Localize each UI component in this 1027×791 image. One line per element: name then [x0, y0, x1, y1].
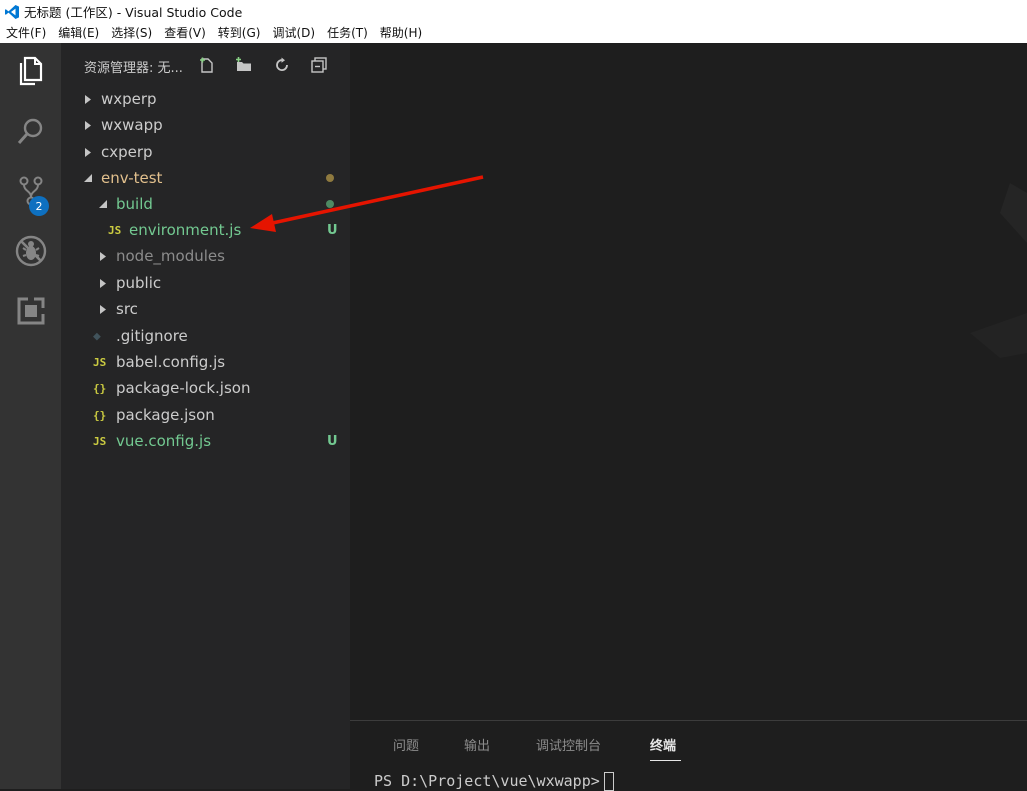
explorer-header: 资源管理器: 无... — [61, 43, 350, 87]
title-bar: 无标题 (工作区) - Visual Studio Code — [0, 0, 1027, 23]
js-file-icon: JS — [93, 355, 107, 369]
new-file-icon — [200, 57, 213, 73]
tree-folder-build[interactable]: build — [61, 191, 350, 217]
js-file-icon: JS — [93, 434, 107, 448]
new-folder-button[interactable] — [234, 55, 254, 75]
explorer-title: 资源管理器: 无... — [84, 61, 183, 76]
terminal-prompt: PS D:\Project\vue\wxwapp> — [374, 772, 600, 790]
explorer-sidebar: 资源管理器: 无... wxperp wxwapp cxperp env-tes… — [61, 43, 350, 789]
tree-label: public — [116, 274, 162, 292]
tab-debug-console[interactable]: 调试控制台 — [536, 735, 601, 754]
tree-file-package-json[interactable]: {} package.json — [61, 402, 350, 428]
menu-file[interactable]: 文件(F) — [0, 23, 52, 43]
tree-label: cxperp — [101, 143, 153, 161]
tree-file-vue-config-js[interactable]: JS vue.config.js U — [61, 428, 350, 454]
debug-icon — [14, 234, 48, 273]
tab-terminal[interactable]: 终端 — [650, 735, 676, 754]
collapse-all-button[interactable] — [309, 55, 329, 75]
menu-selection[interactable]: 选择(S) — [105, 23, 158, 43]
source-control-activity[interactable] — [0, 163, 61, 223]
tree-label: .gitignore — [116, 327, 188, 345]
terminal-output[interactable]: PS D:\Project\vue\wxwapp> — [374, 772, 614, 791]
menu-help[interactable]: 帮助(H) — [374, 23, 428, 43]
debug-activity[interactable] — [0, 223, 61, 283]
tree-label: environment.js — [129, 221, 242, 239]
menu-go[interactable]: 转到(G) — [212, 23, 267, 43]
tree-folder-wxperp[interactable]: wxperp — [61, 86, 350, 112]
tab-problems[interactable]: 问题 — [393, 735, 419, 754]
tree-file-package-lock-json[interactable]: {} package-lock.json — [61, 375, 350, 401]
search-icon — [16, 116, 46, 151]
search-activity[interactable] — [0, 103, 61, 163]
tab-output[interactable]: 输出 — [464, 735, 490, 754]
window-title: 无标题 (工作区) - Visual Studio Code — [24, 5, 243, 20]
collapse-all-icon — [311, 57, 327, 73]
tree-label: wxperp — [101, 90, 157, 108]
tree-label: env-test — [101, 169, 163, 187]
new-folder-icon — [236, 57, 251, 71]
chevron-down-icon — [98, 199, 108, 209]
extensions-icon — [16, 296, 46, 331]
refresh-icon — [276, 57, 288, 71]
tree-folder-cxperp[interactable]: cxperp — [61, 139, 350, 165]
untracked-dot-icon — [326, 200, 334, 208]
menu-edit[interactable]: 编辑(E) — [52, 23, 105, 43]
tree-folder-env-test[interactable]: env-test — [61, 165, 350, 191]
menu-debug[interactable]: 调试(D) — [266, 23, 321, 43]
tree-file-babel-config-js[interactable]: JS babel.config.js — [61, 349, 350, 375]
tree-label: wxwapp — [101, 116, 163, 134]
refresh-button[interactable] — [272, 55, 292, 75]
tree-label: package.json — [116, 406, 215, 424]
tree-label: src — [116, 300, 138, 318]
tree-file-gitignore[interactable]: ◆ .gitignore — [61, 323, 350, 349]
tree-folder-wxwapp[interactable]: wxwapp — [61, 112, 350, 138]
tree-label: node_modules — [116, 247, 225, 265]
git-file-icon: ◆ — [93, 328, 101, 344]
scm-count-badge: 2 — [29, 196, 49, 216]
extensions-activity[interactable] — [0, 283, 61, 343]
tree-folder-node-modules[interactable]: node_modules — [61, 243, 350, 269]
chevron-down-icon — [83, 173, 93, 183]
vscode-watermark-icon — [970, 183, 1027, 358]
untracked-decoration: U — [327, 433, 338, 449]
json-file-icon: {} — [93, 381, 107, 395]
active-tab-indicator — [650, 760, 681, 761]
terminal-cursor — [603, 772, 614, 791]
menu-view[interactable]: 查看(V) — [158, 23, 212, 43]
editor-area[interactable] — [350, 43, 1027, 720]
modified-dot-icon — [326, 174, 334, 182]
menu-bar: 文件(F) 编辑(E) 选择(S) 查看(V) 转到(G) 调试(D) 任务(T… — [0, 23, 1027, 43]
vscode-logo-icon — [4, 4, 20, 20]
tree-label: package-lock.json — [116, 379, 251, 397]
tree-label: babel.config.js — [116, 353, 226, 371]
untracked-decoration: U — [327, 222, 338, 238]
files-icon — [17, 56, 45, 91]
tree-file-environment-js[interactable]: JS environment.js U — [61, 217, 350, 243]
json-file-icon: {} — [93, 408, 107, 422]
menu-tasks[interactable]: 任务(T) — [321, 23, 374, 43]
js-file-icon: JS — [108, 223, 122, 237]
chevron-right-icon — [83, 120, 93, 130]
bottom-panel: 问题 输出 调试控制台 终端 PS D:\Project\vue\wxwapp> — [350, 720, 1027, 791]
chevron-right-icon — [83, 94, 93, 104]
chevron-right-icon — [98, 251, 108, 261]
chevron-right-icon — [98, 304, 108, 314]
chevron-right-icon — [83, 147, 93, 157]
tree-folder-public[interactable]: public — [61, 270, 350, 296]
tree-label: vue.config.js — [116, 432, 212, 450]
chevron-right-icon — [98, 278, 108, 288]
tree-label: build — [116, 195, 153, 213]
activity-bar: 2 — [0, 43, 61, 789]
new-file-button[interactable] — [197, 55, 217, 75]
tree-folder-src[interactable]: src — [61, 296, 350, 322]
explorer-activity[interactable] — [0, 43, 61, 103]
